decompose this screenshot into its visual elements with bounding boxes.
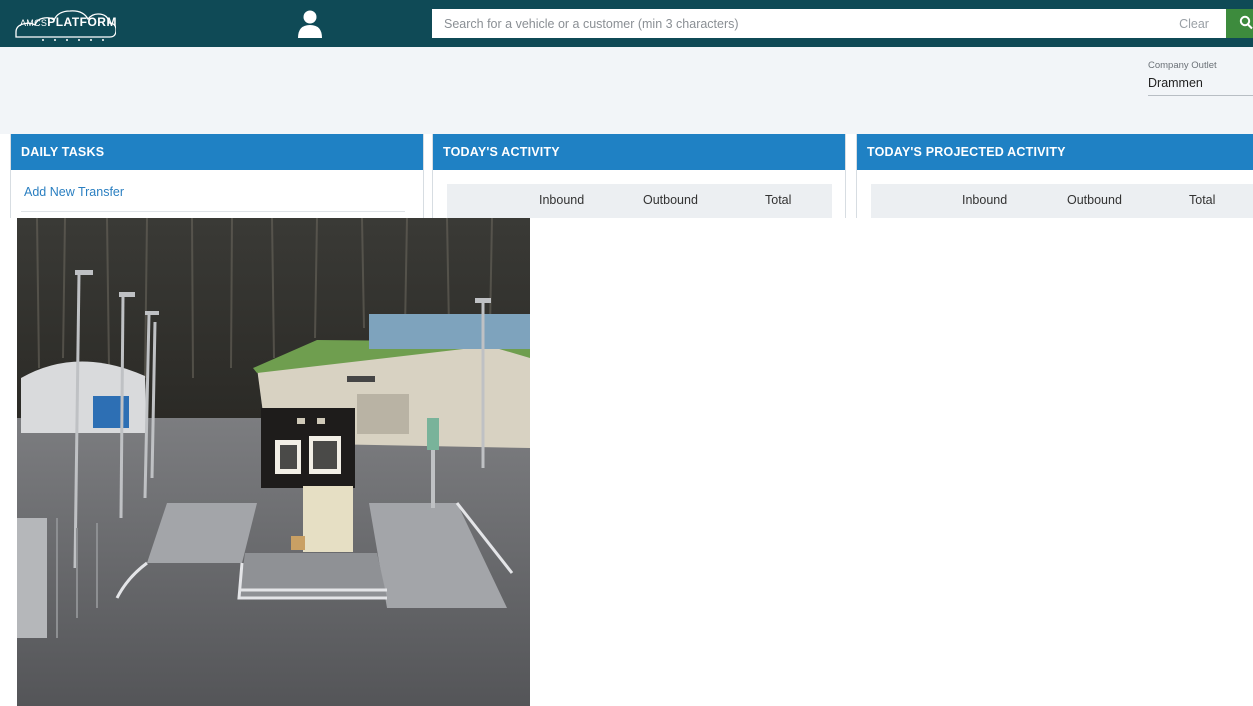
projected-table-header: Inbound Outbound Total <box>871 184 1253 218</box>
daily-tasks-title: DAILY TASKS <box>11 134 423 170</box>
logo-main: PLATFORM <box>47 15 117 29</box>
logo-text: AMCSPLATFORM <box>20 15 117 29</box>
company-outlet-label: Company Outlet <box>1148 60 1217 71</box>
column-outbound: Outbound <box>643 193 698 207</box>
projected-activity-title: TODAY'S PROJECTED ACTIVITY <box>857 134 1253 170</box>
clear-button[interactable]: Clear <box>1162 9 1226 38</box>
add-new-transfer-link[interactable]: Add New Transfer <box>24 185 124 199</box>
activity-table-header: Inbound Outbound Total <box>447 184 832 218</box>
top-navigation-bar: AMCSPLATFORM Clear <box>0 0 1253 47</box>
column-outbound: Outbound <box>1067 193 1122 207</box>
search-icon <box>1239 15 1253 30</box>
context-band <box>0 47 1253 134</box>
column-inbound: Inbound <box>539 193 585 207</box>
todays-activity-panel: TODAY'S ACTIVITY Inbound Outbound Total <box>432 134 846 218</box>
search-input[interactable] <box>432 9 1162 38</box>
company-outlet-select[interactable]: Drammen <box>1148 76 1203 90</box>
logo-prefix: AMCS <box>20 18 48 28</box>
column-inbound: Inbound <box>962 193 1008 207</box>
todays-activity-title: TODAY'S ACTIVITY <box>433 134 845 170</box>
user-icon[interactable] <box>298 10 322 38</box>
search-button[interactable] <box>1226 9 1253 38</box>
company-outlet-underline <box>1148 95 1253 96</box>
column-total: Total <box>765 193 792 207</box>
camera-feed-image <box>17 218 530 706</box>
projected-activity-panel: TODAY'S PROJECTED ACTIVITY Inbound Outbo… <box>856 134 1253 218</box>
amcs-platform-logo[interactable]: AMCSPLATFORM <box>10 9 117 43</box>
task-divider <box>21 211 405 212</box>
daily-tasks-panel: DAILY TASKS Add New Transfer <box>10 134 424 218</box>
column-total: Total <box>1189 193 1216 207</box>
weighbridge-scene-image <box>17 218 530 706</box>
